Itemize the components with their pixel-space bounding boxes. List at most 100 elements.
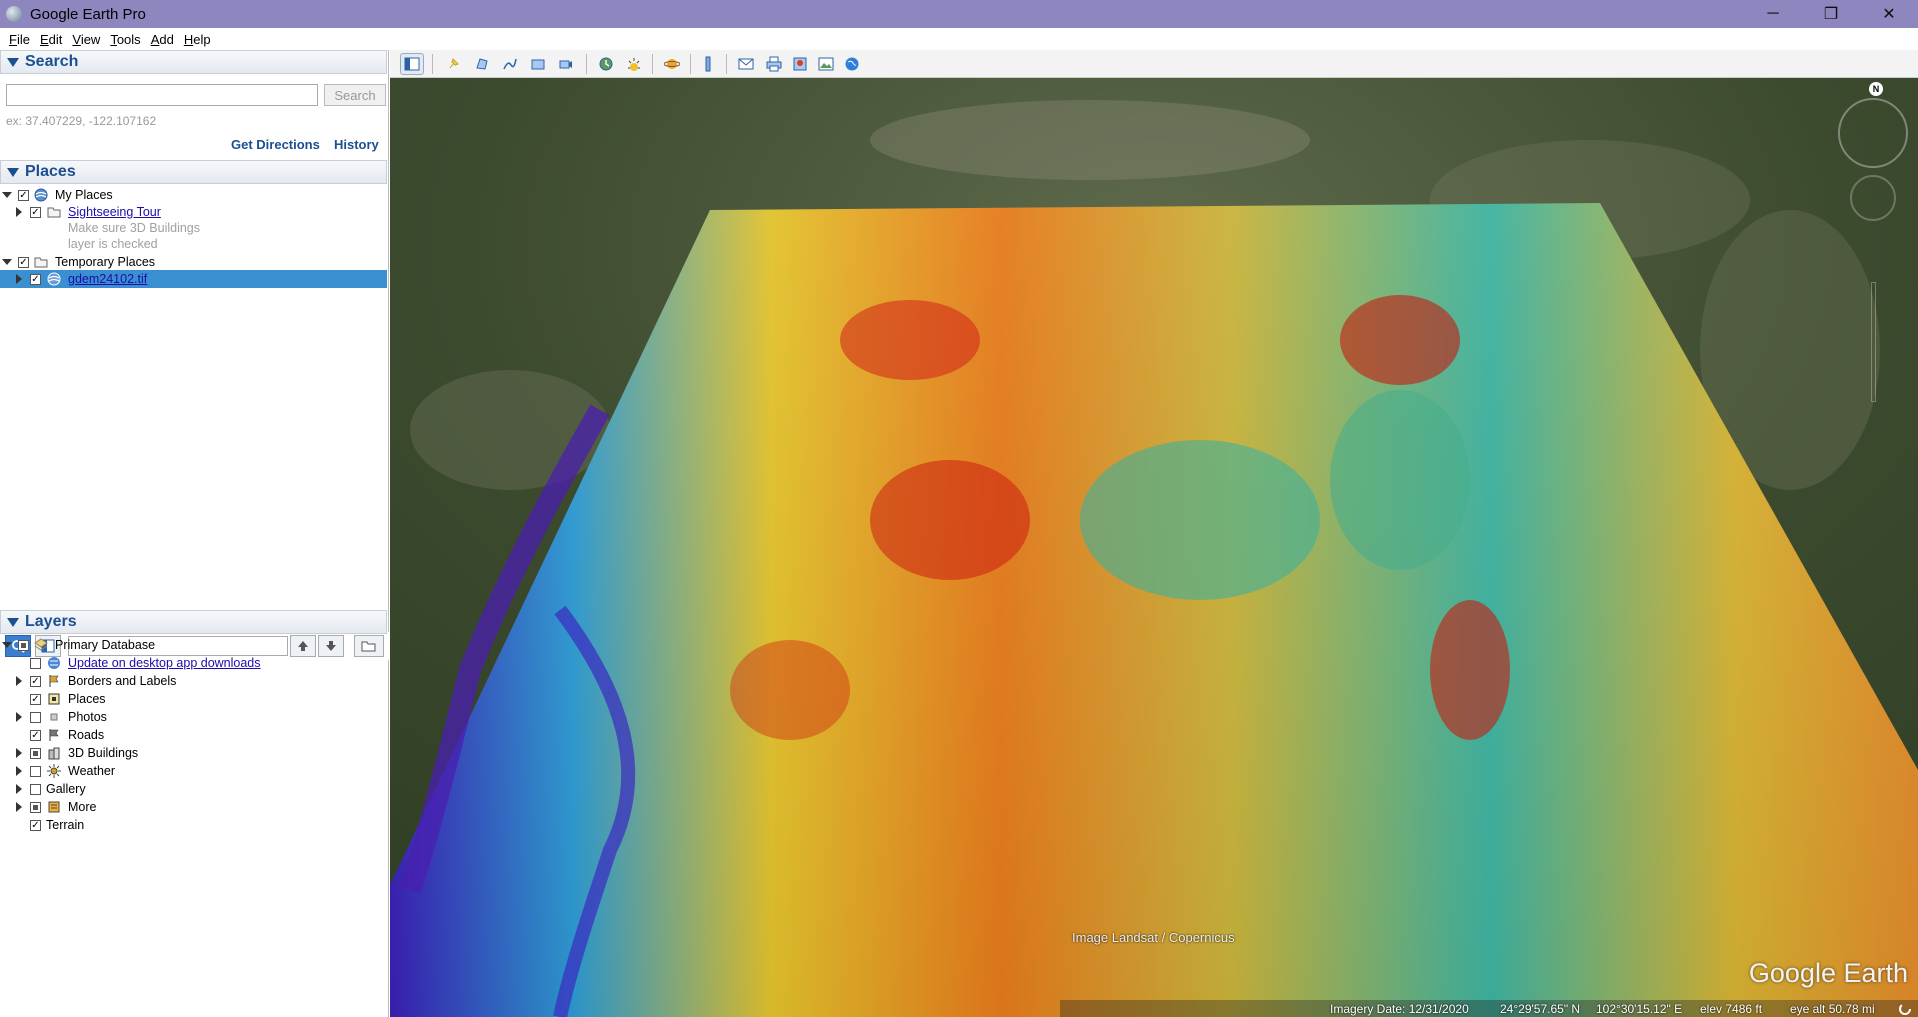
tree-item-my-places[interactable]: ✓ My Places xyxy=(0,186,387,204)
update-downloads-link[interactable]: Update on desktop app downloads xyxy=(68,656,261,670)
tree-item-temporary-places[interactable]: ✓ Temporary Places xyxy=(0,253,387,271)
compass-ring[interactable] xyxy=(1838,98,1908,168)
image-overlay-icon xyxy=(531,59,545,70)
menu-view[interactable]: View xyxy=(72,32,100,47)
terrain-checkbox[interactable]: ✓ xyxy=(30,819,41,831)
layer-terrain[interactable]: ✓ Terrain xyxy=(0,816,387,834)
temporary-places-checkbox[interactable]: ✓ xyxy=(18,256,29,268)
sightseeing-checkbox[interactable]: ✓ xyxy=(30,206,41,218)
latitude-readout: 24°29'57.65" N xyxy=(1500,1001,1581,1016)
record-tour-button[interactable] xyxy=(554,53,578,75)
layers-stack-icon xyxy=(34,638,48,651)
expand-arrow-icon[interactable] xyxy=(16,207,22,217)
globe-icon xyxy=(48,657,60,669)
close-button[interactable]: ✕ xyxy=(1860,0,1918,28)
photo-icon xyxy=(50,713,58,721)
layer-photos[interactable]: Photos xyxy=(0,708,387,726)
collapse-triangle-icon xyxy=(7,617,19,627)
3d-buildings-checkbox[interactable] xyxy=(30,747,41,759)
roads-checkbox[interactable]: ✓ xyxy=(30,729,41,741)
layer-update-downloads[interactable]: Update on desktop app downloads xyxy=(0,654,387,672)
historical-imagery-button[interactable] xyxy=(594,53,618,75)
add-polygon-button[interactable] xyxy=(470,53,494,75)
sunlight-button[interactable] xyxy=(622,53,646,75)
menu-file[interactable]: File xyxy=(9,32,30,47)
menu-help[interactable]: Help xyxy=(184,32,211,47)
tree-item-gdem-overlay[interactable]: ✓ gdem24102.tif xyxy=(0,270,387,288)
layer-roads[interactable]: ✓ Roads xyxy=(0,726,387,744)
add-path-button[interactable] xyxy=(498,53,522,75)
search-input[interactable] xyxy=(6,84,318,106)
borders-labels-checkbox[interactable]: ✓ xyxy=(30,675,41,687)
sidebar: Search Search ex: 37.407229, -122.107162… xyxy=(0,50,389,1017)
expand-arrow-icon[interactable] xyxy=(16,712,22,722)
my-places-checkbox[interactable]: ✓ xyxy=(18,189,29,201)
gallery-checkbox[interactable] xyxy=(30,783,41,795)
get-directions-link[interactable]: Get Directions xyxy=(231,137,320,152)
envelope-icon xyxy=(738,58,754,70)
more-layers-icon xyxy=(48,801,60,813)
expand-arrow-icon[interactable] xyxy=(2,192,12,198)
layer-primary-database[interactable]: Primary Database xyxy=(0,636,387,654)
add-image-overlay-button[interactable] xyxy=(526,53,550,75)
add-placemark-button[interactable] xyxy=(442,53,466,75)
expand-arrow-icon[interactable] xyxy=(16,274,22,284)
gdem-overlay-checkbox[interactable]: ✓ xyxy=(30,273,41,285)
primary-database-checkbox[interactable] xyxy=(18,639,29,651)
sightseeing-tour-link[interactable]: Sightseeing Tour xyxy=(68,205,161,219)
look-joystick[interactable] xyxy=(1850,175,1896,221)
layers-section-header[interactable]: Layers xyxy=(0,610,387,634)
expand-arrow-icon[interactable] xyxy=(16,802,22,812)
zoom-slider[interactable] xyxy=(1871,282,1876,402)
terrain-label: Terrain xyxy=(46,818,85,832)
menu-tools[interactable]: Tools xyxy=(110,32,140,47)
search-section-header[interactable]: Search xyxy=(0,50,387,74)
sightseeing-note-line-2: layer is checked xyxy=(0,235,387,253)
expand-arrow-icon[interactable] xyxy=(16,676,22,686)
minimize-button[interactable]: ─ xyxy=(1744,0,1802,28)
save-image-button[interactable] xyxy=(814,53,838,75)
weather-checkbox[interactable] xyxy=(30,765,41,777)
folder-icon xyxy=(47,207,61,218)
layer-borders-labels[interactable]: ✓ Borders and Labels xyxy=(0,672,387,690)
layer-weather[interactable]: Weather xyxy=(0,762,387,780)
earth-gallery-button[interactable] xyxy=(840,53,864,75)
weather-label: Weather xyxy=(68,764,116,778)
search-button[interactable]: Search xyxy=(324,84,386,106)
compass-north-marker[interactable]: N xyxy=(1869,82,1883,96)
menu-add[interactable]: Add xyxy=(151,32,174,47)
more-checkbox[interactable] xyxy=(30,801,41,813)
places-section-header[interactable]: Places xyxy=(0,160,387,184)
print-button[interactable] xyxy=(762,53,786,75)
road-sign-icon xyxy=(49,729,59,741)
title-bar: Google Earth Pro ─ ❐ ✕ xyxy=(0,0,1918,28)
search-hint: ex: 37.407229, -122.107162 xyxy=(6,114,157,128)
ruler-button[interactable] xyxy=(696,53,720,75)
sidebar-toggle-button[interactable] xyxy=(400,53,424,75)
photos-checkbox[interactable] xyxy=(30,711,41,723)
email-button[interactable] xyxy=(734,53,758,75)
layer-places[interactable]: ✓ Places xyxy=(0,690,387,708)
expand-arrow-icon[interactable] xyxy=(16,784,22,794)
menu-edit[interactable]: Edit xyxy=(40,32,62,47)
layer-more[interactable]: More xyxy=(0,798,387,816)
expand-arrow-icon[interactable] xyxy=(2,642,12,648)
sightseeing-note-2: layer is checked xyxy=(68,237,158,251)
collapse-triangle-icon xyxy=(7,57,19,67)
expand-arrow-icon[interactable] xyxy=(2,259,12,265)
sightseeing-note-1: Make sure 3D Buildings xyxy=(68,221,201,235)
update-downloads-checkbox[interactable] xyxy=(30,657,41,669)
map-pin-icon xyxy=(793,57,807,71)
imagery-attribution: Image Landsat / Copernicus xyxy=(1072,930,1235,945)
layer-3d-buildings[interactable]: 3D Buildings xyxy=(0,744,387,762)
map-view[interactable]: N xyxy=(390,50,1918,1017)
expand-arrow-icon[interactable] xyxy=(16,766,22,776)
gdem-overlay-link[interactable]: gdem24102.tif xyxy=(68,272,147,286)
places-layer-checkbox[interactable]: ✓ xyxy=(30,693,41,705)
expand-arrow-icon[interactable] xyxy=(16,748,22,758)
history-link[interactable]: History xyxy=(334,137,379,152)
view-in-maps-button[interactable] xyxy=(788,53,812,75)
switch-to-sky-button[interactable] xyxy=(660,53,684,75)
layer-gallery[interactable]: Gallery xyxy=(0,780,387,798)
maximize-button[interactable]: ❐ xyxy=(1802,0,1860,28)
